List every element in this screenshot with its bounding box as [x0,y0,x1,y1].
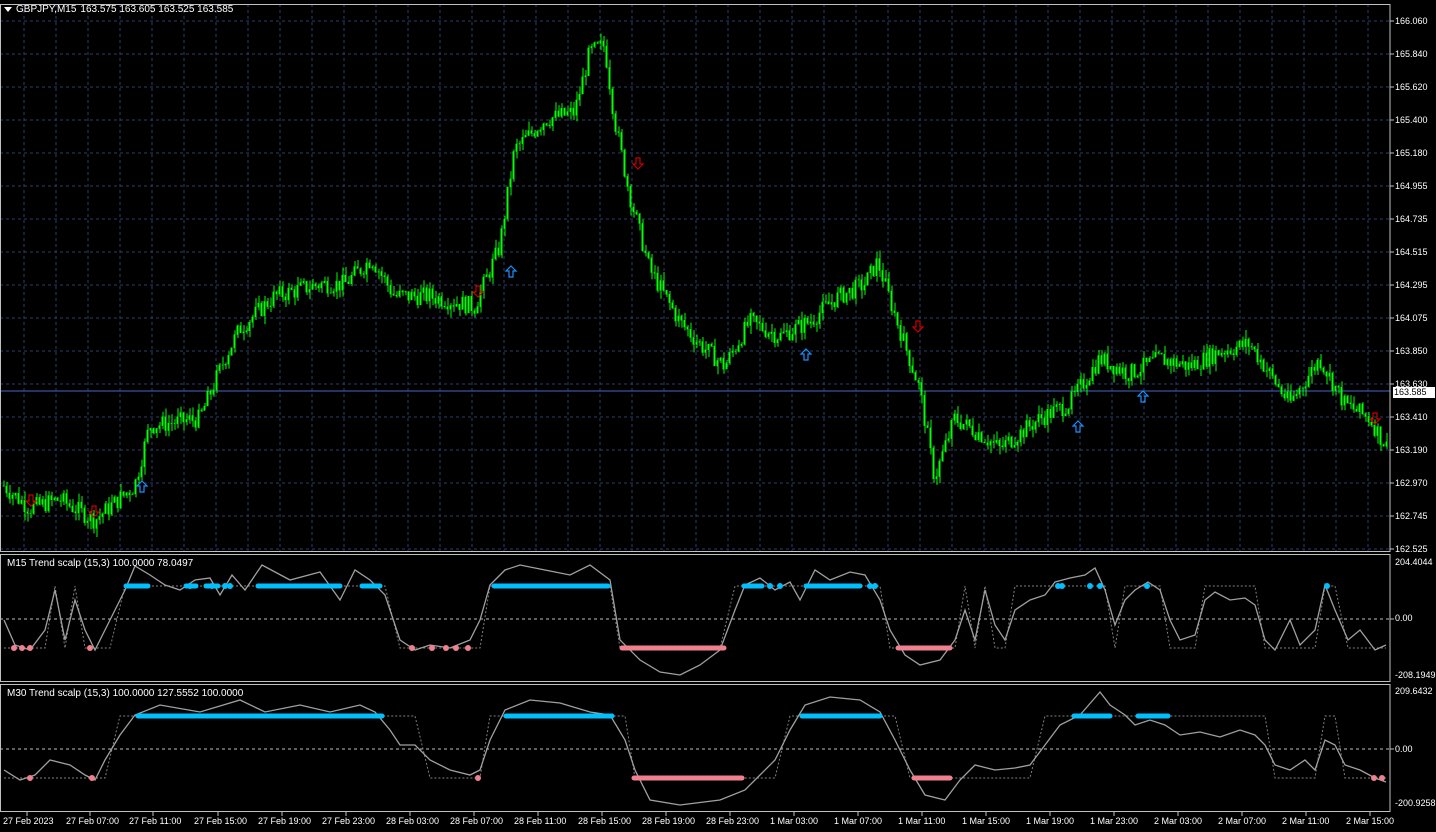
sell-arrow-icon [911,320,925,333]
time-axis-label: 1 Mar 23:00 [1090,816,1139,826]
time-axis-label: 2 Mar 03:00 [1154,816,1203,826]
buy-arrow-icon [1136,390,1150,403]
price-axis-label: 165.400 [1395,115,1428,125]
time-axis-label: 1 Mar 15:00 [962,816,1011,826]
price-axis-label: 164.515 [1395,247,1428,257]
time-axis-label: 1 Mar 03:00 [770,816,819,826]
time-axis-label: 2 Mar 11:00 [1282,816,1330,826]
signal-line [4,715,1386,779]
bear-dot [429,645,435,651]
price-axis-label: 162.745 [1395,511,1428,521]
indicator2-title: M30 Trend scalp (15,3) 100.0000 127.5552… [7,688,244,699]
time-axis-label: 27 Feb 2023 [3,816,54,826]
price-axis-label: 165.180 [1395,148,1428,158]
price-axis-label: 162.970 [1395,478,1428,488]
oscillator-line [3,564,1387,676]
sell-arrow-shape [911,320,925,333]
bear-dot [453,645,459,651]
bull-dot [777,583,783,589]
price-axis-label: 164.735 [1395,214,1428,224]
indicator1-min: -208.1949 [1395,670,1436,680]
price-axis-label: 164.075 [1395,313,1428,323]
time-axis-label: 28 Feb 15:00 [578,816,632,826]
bear-dot [1379,775,1385,781]
bear-dot [89,775,95,781]
price-axis-label: 165.620 [1395,82,1428,92]
indicator2-max: 209.6432 [1395,686,1433,696]
time-axis-label: 27 Feb 19:00 [258,816,312,826]
m30-trend-scalp [0,690,1394,806]
buy-arrow-shape [1136,390,1150,403]
indicator1-zero: 0.00 [1395,613,1413,623]
bull-dot [187,583,193,589]
time-axis-label: 28 Feb 07:00 [450,816,504,826]
bull-dot [1097,583,1103,589]
bull-dot [767,583,773,589]
time-axis-label: 1 Mar 11:00 [898,816,946,826]
price-axis-label: 163.190 [1395,445,1428,455]
indicator1-max: 204.4044 [1395,557,1433,567]
bull-dot [1144,583,1150,589]
time-axis-label: 28 Feb 11:00 [514,816,567,826]
current-price-tag: 163.585 [1393,387,1435,398]
collapse-triangle-icon[interactable] [4,7,12,12]
bear-dot [27,775,33,781]
indicator2-zero: 0.00 [1395,744,1413,754]
ohlc-values: 163.575 163.605 163.525 163.585 [80,4,234,15]
time-axis-label: 2 Mar 07:00 [1218,816,1267,826]
bear-dot [19,645,25,651]
bull-dot [209,583,215,589]
pane-border [0,554,1391,682]
time-axis-label: 2 Mar 15:00 [1346,816,1395,826]
bear-dot [409,645,415,651]
bear-dot [87,645,93,651]
price-axis-label: 162.525 [1395,544,1428,554]
price-axis-label: 166.060 [1395,16,1428,26]
grid [0,4,1390,552]
buy-arrow-icon [1071,420,1085,433]
time-axis-label: 1 Mar 19:00 [1026,816,1075,826]
indicator1-title: M15 Trend scalp (15,3) 100.0000 78.0497 [7,558,194,569]
bear-dot [27,645,33,651]
bull-dot [872,583,878,589]
price-axis-label: 165.840 [1395,49,1428,59]
price-axis-label: 164.295 [1395,280,1428,290]
bull-dot [1324,583,1330,589]
symbol-name: GBPJPY,M15 [16,4,77,15]
bear-dot [1371,775,1377,781]
pane-border [0,684,1391,812]
time-axis-label: 28 Feb 23:00 [706,816,760,826]
m15-trend-scalp [0,564,1394,676]
bear-dot [475,775,481,781]
symbol-header[interactable]: GBPJPY,M15 163.575 163.605 163.525 163.5… [4,4,233,15]
bear-dot [465,645,471,651]
sell-arrow-icon [631,157,645,170]
time-axis-label: 27 Feb 23:00 [322,816,376,826]
time-axis-label: 27 Feb 07:00 [66,816,120,826]
pane-border [0,4,1391,552]
buy-arrow-shape [504,265,518,278]
bull-dot [1087,583,1093,589]
bull-dot [1059,583,1065,589]
sell-arrow-shape [631,157,645,170]
price-axis-label: 163.850 [1395,346,1428,356]
time-axis-label: 1 Mar 07:00 [834,816,883,826]
chart-canvas[interactable] [0,0,1436,832]
buy-arrow-icon [504,265,518,278]
indicator2-min: -200.9258 [1395,798,1436,808]
time-axis-label: 27 Feb 11:00 [129,816,182,826]
price-axis-label: 163.410 [1395,412,1428,422]
time-axis-label: 28 Feb 03:00 [386,816,440,826]
bear-dot [11,645,17,651]
time-axis-label: 28 Feb 19:00 [642,816,696,826]
buy-arrow-shape [1071,420,1085,433]
time-axis-label: 27 Feb 15:00 [194,816,248,826]
bull-dot [227,583,233,589]
bear-dot [443,645,449,651]
price-axis-label: 164.955 [1395,181,1428,191]
